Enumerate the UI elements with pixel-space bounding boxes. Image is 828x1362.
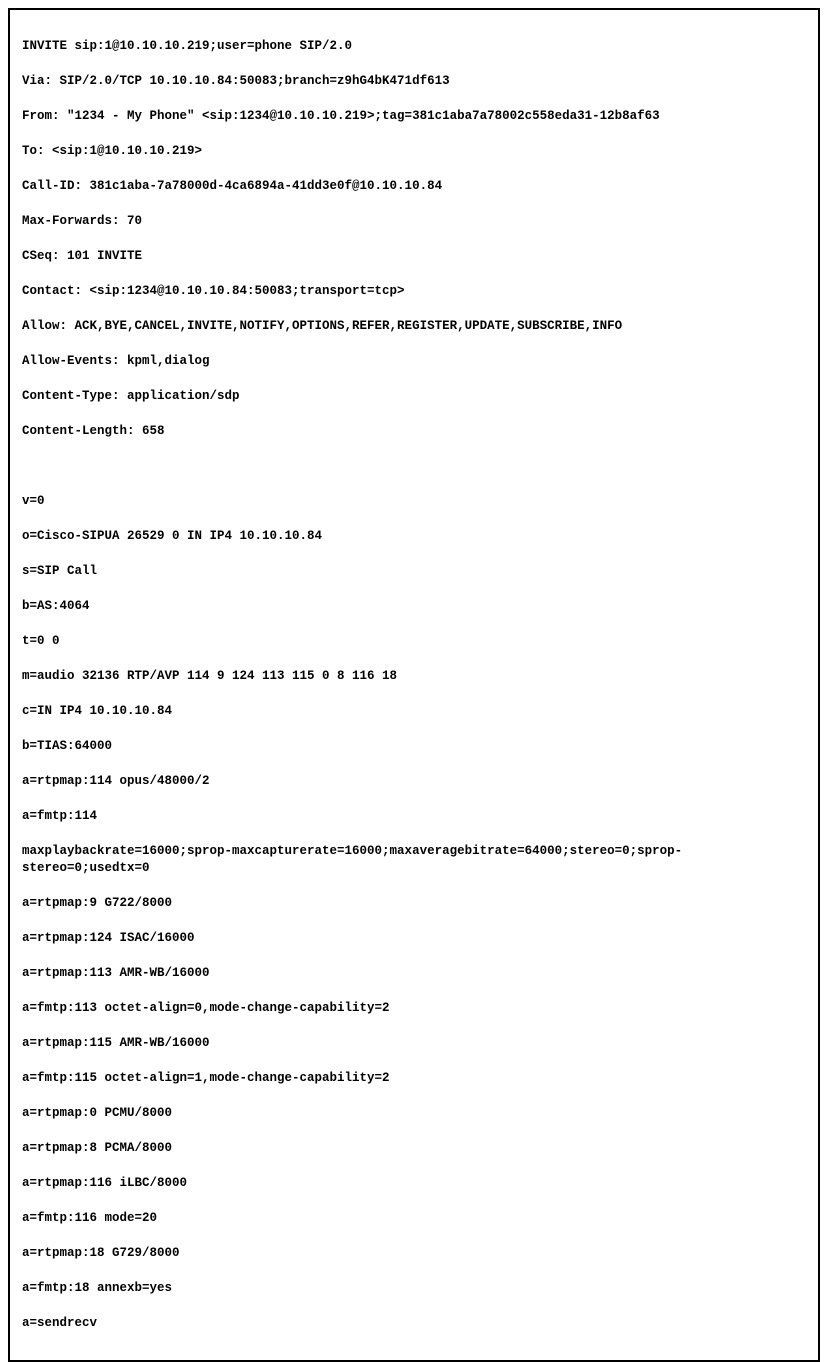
sdp-fmtp-114: a=fmtp:114 — [22, 808, 806, 826]
sip-cseq: CSeq: 101 INVITE — [22, 248, 806, 266]
sip-allow: Allow: ACK,BYE,CANCEL,INVITE,NOTIFY,OPTI… — [22, 318, 806, 336]
sip-request-line: INVITE sip:1@10.10.10.219;user=phone SIP… — [22, 38, 806, 56]
sdp-fmtp-115: a=fmtp:115 octet-align=1,mode-change-cap… — [22, 1070, 806, 1088]
sdp-rtpmap-114: a=rtpmap:114 opus/48000/2 — [22, 773, 806, 791]
sdp-rtpmap-9: a=rtpmap:9 G722/8000 — [22, 895, 806, 913]
sip-content-type: Content-Type: application/sdp — [22, 388, 806, 406]
sip-max-forwards: Max-Forwards: 70 — [22, 213, 806, 231]
sdp-b-as: b=AS:4064 — [22, 598, 806, 616]
sdp-m: m=audio 32136 RTP/AVP 114 9 124 113 115 … — [22, 668, 806, 686]
sdp-rtpmap-116: a=rtpmap:116 iLBC/8000 — [22, 1175, 806, 1193]
sdp-fmtp-114-params: maxplaybackrate=16000;sprop-maxcapturera… — [22, 843, 806, 878]
sdp-b-tias: b=TIAS:64000 — [22, 738, 806, 756]
sdp-rtpmap-18: a=rtpmap:18 G729/8000 — [22, 1245, 806, 1263]
sip-call-id: Call-ID: 381c1aba-7a78000d-4ca6894a-41dd… — [22, 178, 806, 196]
sdp-rtpmap-115: a=rtpmap:115 AMR-WB/16000 — [22, 1035, 806, 1053]
sip-content-length: Content-Length: 658 — [22, 423, 806, 441]
sdp-c: c=IN IP4 10.10.10.84 — [22, 703, 806, 721]
sip-contact: Contact: <sip:1234@10.10.10.84:50083;tra… — [22, 283, 806, 301]
sdp-rtpmap-124: a=rtpmap:124 ISAC/16000 — [22, 930, 806, 948]
sip-allow-events: Allow-Events: kpml,dialog — [22, 353, 806, 371]
sip-to: To: <sip:1@10.10.10.219> — [22, 143, 806, 161]
sdp-v: v=0 — [22, 493, 806, 511]
sip-via: Via: SIP/2.0/TCP 10.10.10.84:50083;branc… — [22, 73, 806, 91]
sdp-fmtp-113: a=fmtp:113 octet-align=0,mode-change-cap… — [22, 1000, 806, 1018]
sdp-rtpmap-8: a=rtpmap:8 PCMA/8000 — [22, 1140, 806, 1158]
sip-from: From: "1234 - My Phone" <sip:1234@10.10.… — [22, 108, 806, 126]
sdp-o: o=Cisco-SIPUA 26529 0 IN IP4 10.10.10.84 — [22, 528, 806, 546]
sdp-t: t=0 0 — [22, 633, 806, 651]
sdp-s: s=SIP Call — [22, 563, 806, 581]
sdp-sendrecv: a=sendrecv — [22, 1315, 806, 1333]
sip-message-container: INVITE sip:1@10.10.10.219;user=phone SIP… — [8, 8, 820, 1362]
sdp-fmtp-116: a=fmtp:116 mode=20 — [22, 1210, 806, 1228]
blank-separator — [22, 458, 806, 476]
sdp-rtpmap-0: a=rtpmap:0 PCMU/8000 — [22, 1105, 806, 1123]
sdp-rtpmap-113: a=rtpmap:113 AMR-WB/16000 — [22, 965, 806, 983]
sdp-fmtp-18: a=fmtp:18 annexb=yes — [22, 1280, 806, 1298]
